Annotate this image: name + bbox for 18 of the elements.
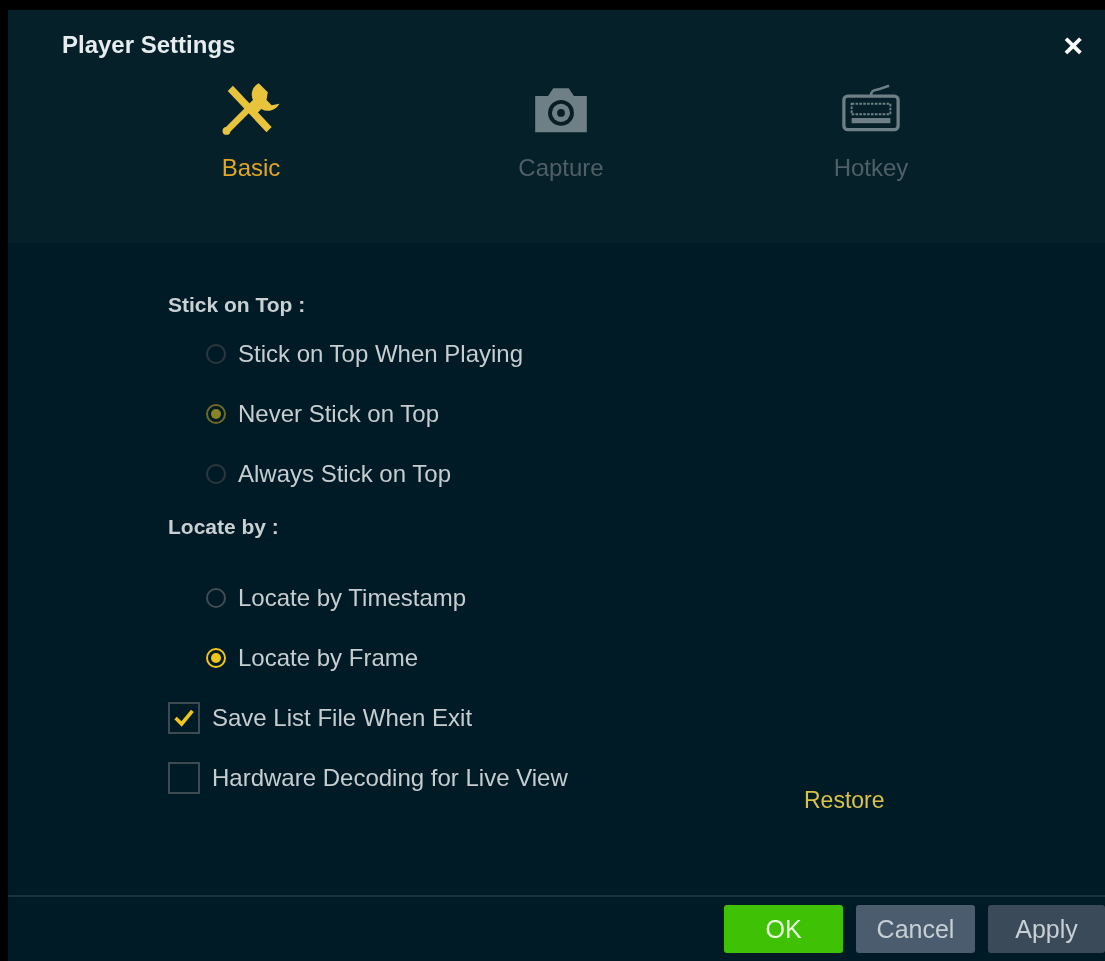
section-label: Stick on Top : bbox=[168, 293, 307, 318]
checkbox[interactable] bbox=[168, 762, 200, 794]
close-button[interactable]: × bbox=[1059, 28, 1087, 62]
option-label: Save List File When Exit bbox=[212, 704, 473, 732]
dialog-button[interactable]: Cancel bbox=[856, 905, 975, 953]
option-label: Locate by Timestamp bbox=[238, 584, 467, 612]
dialog-button[interactable]: Apply bbox=[988, 905, 1105, 953]
option-label: Hardware Decoding for Live View bbox=[212, 764, 568, 792]
option-label: Never Stick on Top bbox=[238, 400, 439, 428]
checkbox[interactable] bbox=[168, 702, 200, 734]
radio-button[interactable] bbox=[206, 588, 226, 608]
window-title: Player Settings bbox=[62, 31, 236, 59]
option-label: Stick on Top When Playing bbox=[238, 340, 524, 368]
section-label: Locate by : bbox=[168, 515, 280, 540]
option-label: Always Stick on Top bbox=[238, 460, 451, 488]
tab[interactable]: Basic bbox=[96, 78, 406, 182]
restore-link[interactable]: Restore bbox=[804, 787, 885, 814]
option-label: Locate by Frame bbox=[238, 644, 419, 672]
